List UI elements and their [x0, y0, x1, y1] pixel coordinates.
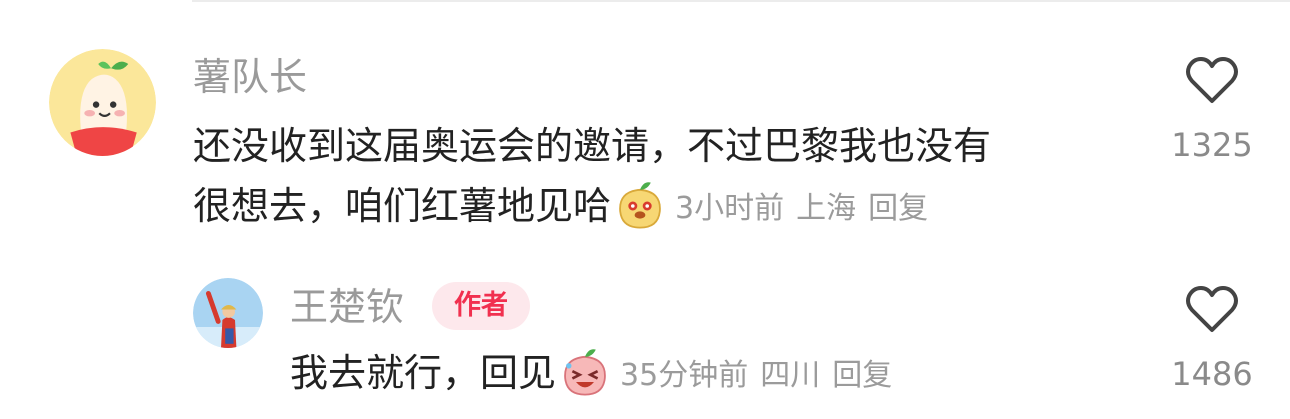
like-control[interactable]: 1325 [1152, 55, 1272, 165]
reply-commenter-avatar[interactable] [193, 278, 263, 348]
anime-character-avatar-icon [193, 278, 263, 348]
comment-meta: 3小时前 上海 回复 [675, 191, 940, 226]
reply-text: 我去就行，回见 [290, 351, 557, 395]
potato-mascot-emoji-icon [613, 179, 667, 233]
comment-text-line-1: 还没收到这届奥运会的邀请，不过巴黎我也没有 [193, 124, 992, 168]
reply-button[interactable]: 回复 [868, 191, 928, 226]
reply-location: 四川 [760, 357, 821, 393]
laughing-potato-emoji-icon [558, 346, 612, 400]
potato-mascot-avatar-icon [49, 49, 156, 156]
heart-icon[interactable] [1184, 55, 1240, 105]
reply-meta: 35分钟前 四川 回复 [620, 358, 904, 393]
top-divider [192, 0, 1290, 2]
reply-username[interactable]: 王楚钦 [290, 285, 404, 329]
like-count: 1325 [1171, 126, 1253, 164]
commenter-username[interactable]: 薯队长 [193, 55, 307, 99]
reply-like-control[interactable]: 1486 [1152, 284, 1272, 394]
reply-time: 35分钟前 [620, 357, 749, 393]
comment-location: 上海 [796, 190, 857, 226]
comment-text: 还没收到这届奥运会的邀请，不过巴黎我也没有 很想去，咱们红薯地见哈 3小时前 上海… [193, 116, 1093, 239]
author-badge: 作者 [432, 282, 530, 330]
comment-text-line-2-container: 很想去，咱们红薯地见哈 3小时前 上海 回复 [193, 176, 1093, 239]
reply-comment-text: 我去就行，回见 35分钟前 四川 回复 [290, 343, 904, 406]
comment-time: 3小时前 [675, 190, 785, 226]
commenter-avatar[interactable] [49, 49, 156, 156]
reply-button[interactable]: 回复 [832, 358, 892, 393]
comment-text-line-2: 很想去，咱们红薯地见哈 [193, 184, 612, 228]
reply-like-count: 1486 [1171, 355, 1253, 393]
heart-icon[interactable] [1184, 284, 1240, 334]
